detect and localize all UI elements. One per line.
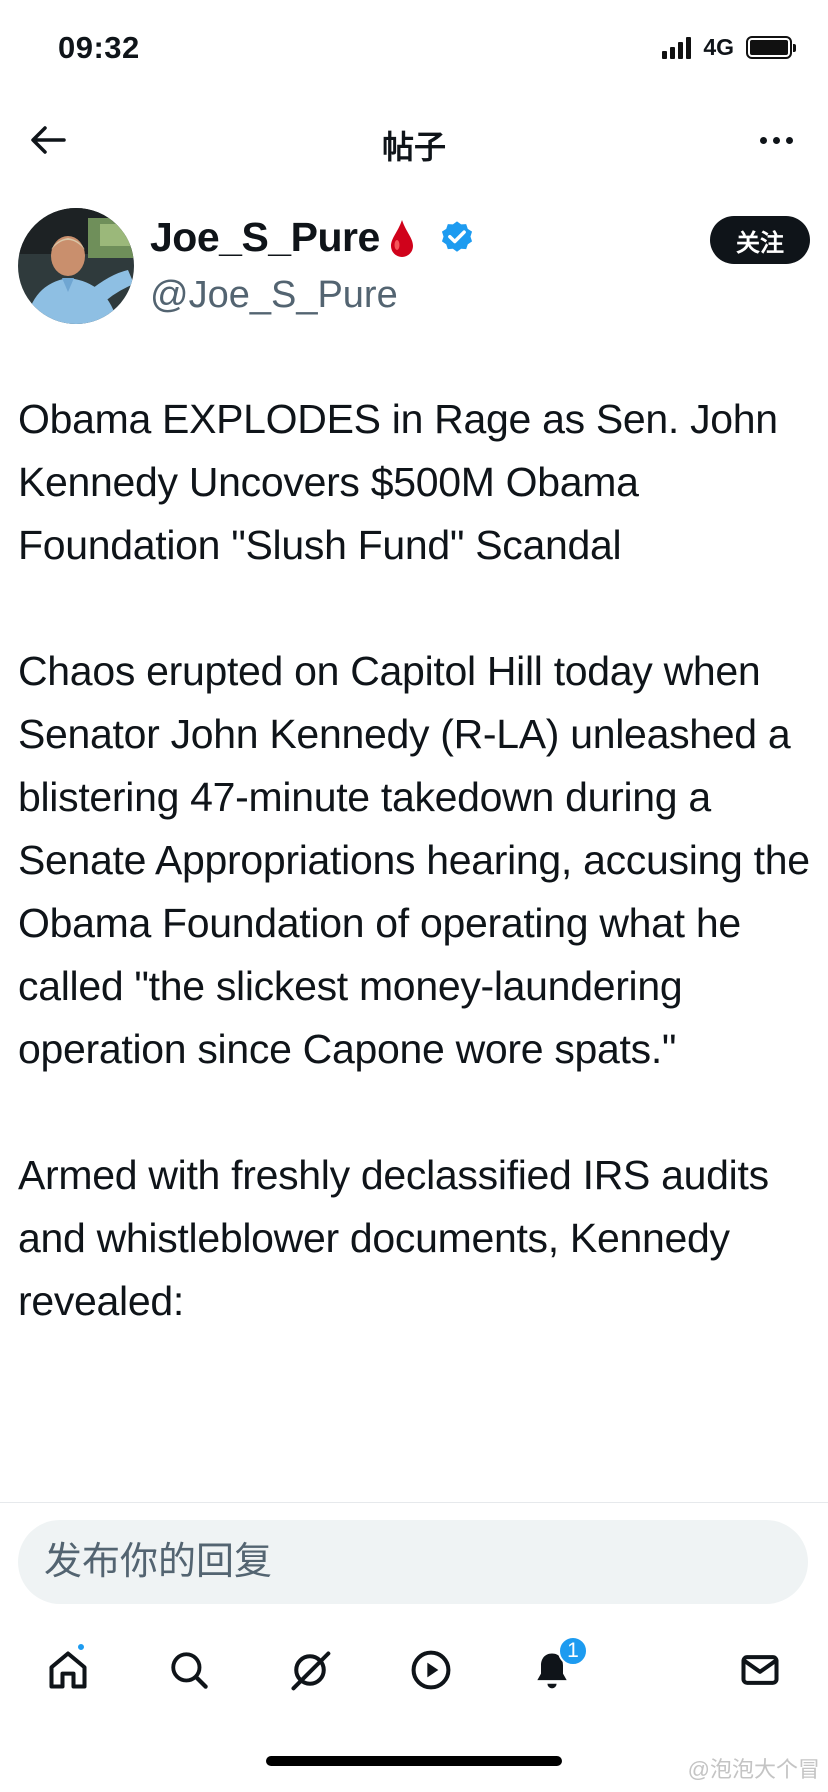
play-icon [411, 1650, 451, 1690]
status-bar: 09:32 4G [0, 0, 828, 100]
search-icon [171, 1652, 208, 1689]
network-type: 4G [703, 34, 734, 60]
verified-badge-icon [441, 220, 472, 252]
nav-bar: 帖子 [0, 100, 828, 180]
avatar[interactable] [18, 208, 134, 324]
post-author: Joe_S_Pure @Joe_S_Pure 关注 [18, 208, 810, 328]
tab-home[interactable] [28, 1630, 108, 1710]
mail-icon [741, 1655, 779, 1685]
user-handle: @Joe_S_Pure [150, 274, 398, 316]
bottom-tab-bar: 1 [0, 1630, 828, 1710]
status-indicators: 4G [662, 34, 796, 61]
battery-icon [746, 36, 796, 59]
tab-notifications[interactable]: 1 [512, 1630, 592, 1710]
tab-messages[interactable] [720, 1630, 800, 1710]
display-name-row: Joe_S_Pure [150, 214, 476, 261]
home-icon [49, 1651, 87, 1689]
tab-search[interactable] [149, 1630, 229, 1710]
status-time: 09:32 [58, 30, 140, 65]
watermark: @泡泡大个冒 [687, 1757, 820, 1782]
page-title: 帖子 [381, 129, 446, 165]
post-paragraph: Chaos erupted on Capitol Hill today when… [18, 648, 810, 1072]
grok-icon [291, 1651, 331, 1691]
post-paragraph: Obama EXPLODES in Rage as Sen. John Kenn… [18, 396, 789, 568]
display-name[interactable]: Joe_S_Pure [150, 214, 380, 261]
post-text: Obama EXPLODES in Rage as Sen. John Kenn… [18, 388, 810, 1500]
home-indicator[interactable] [266, 1756, 562, 1766]
follow-button[interactable]: 关注 [710, 216, 810, 264]
tab-video[interactable] [391, 1630, 471, 1710]
more-options-button[interactable] [752, 116, 800, 164]
tab-grok[interactable] [270, 1630, 350, 1710]
reply-input[interactable] [18, 1520, 808, 1604]
more-dot-icon [785, 136, 793, 144]
blood-drop-icon [390, 219, 413, 257]
divider [0, 1502, 828, 1503]
unread-dot [76, 1642, 86, 1652]
signal-icon [662, 36, 692, 59]
post-paragraph: Armed with freshly declassified IRS audi… [18, 1152, 780, 1324]
notification-badge: 1 [558, 1636, 588, 1666]
more-dot-icon [759, 136, 767, 144]
more-dot-icon [772, 136, 780, 144]
